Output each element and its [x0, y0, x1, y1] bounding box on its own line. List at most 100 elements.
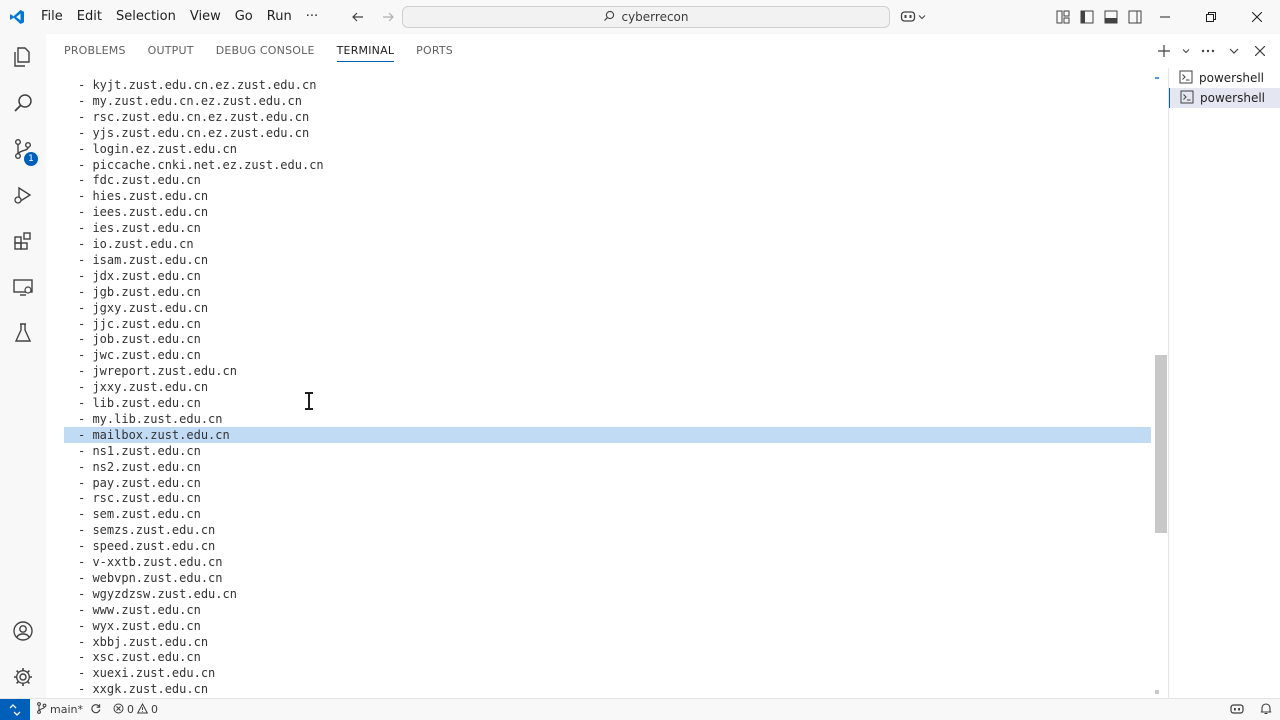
terminal-line: - jxxy.zust.edu.cn — [78, 380, 209, 395]
terminal-line: - mailbox.zust.edu.cn — [64, 426, 1151, 443]
tab-problems[interactable]: PROBLEMS — [64, 34, 126, 68]
menu-item-edit[interactable]: Edit — [70, 0, 109, 34]
terminal-line: - hies.zust.edu.cn — [78, 189, 209, 204]
command-center[interactable]: cyberrecon — [402, 6, 890, 28]
chevron-down-icon[interactable] — [1182, 43, 1190, 59]
terminal-line: - xxgk.zust.edu.cn — [78, 682, 209, 697]
menu-item-view[interactable]: View — [183, 0, 228, 34]
terminal-line: - jwreport.zust.edu.cn — [78, 364, 237, 379]
terminal-tab-2[interactable]: powershell — [1169, 88, 1280, 108]
branch-name: main* — [50, 703, 83, 716]
copilot-icon — [900, 9, 916, 26]
terminal-tabs-list: powershell powershell — [1168, 68, 1280, 698]
terminal-line: - my.lib.zust.edu.cn — [78, 411, 223, 426]
terminal-tab-1[interactable]: powershell — [1169, 68, 1280, 88]
minimize-icon[interactable] — [1142, 0, 1188, 34]
terminal-line: - sem.zust.edu.cn — [78, 507, 201, 522]
status-bar: main* 0 0 — [0, 698, 1280, 720]
terminal-line: - pay.zust.edu.cn — [78, 475, 201, 490]
terminal-line: - jwc.zust.edu.cn — [78, 348, 201, 363]
terminal-line: - webvpn.zust.edu.cn — [78, 570, 223, 585]
menu-item-go[interactable]: Go — [228, 0, 260, 34]
tab-output[interactable]: OUTPUT — [148, 34, 194, 68]
back-arrow-icon[interactable] — [348, 7, 368, 27]
source-control-icon[interactable]: 1 — [0, 126, 46, 172]
tab-debug-console[interactable]: DEBUG CONSOLE — [216, 34, 315, 68]
copilot-button[interactable] — [900, 7, 926, 27]
run-debug-icon[interactable] — [0, 172, 46, 218]
toggle-panel-icon[interactable] — [1102, 8, 1120, 26]
error-count: 0 — [126, 703, 134, 716]
tab-ports[interactable]: PORTS — [416, 34, 453, 68]
copilot-status-icon[interactable] — [1230, 703, 1244, 718]
layout-controls — [1054, 0, 1144, 34]
warning-count: 0 — [150, 703, 158, 716]
account-icon[interactable] — [0, 608, 46, 654]
terminal-line: - xbbj.zust.edu.cn — [78, 634, 209, 649]
terminal-line: - xuexi.zust.edu.cn — [78, 666, 216, 681]
terminal-line: - wyx.zust.edu.cn — [78, 618, 201, 633]
menu-item-run[interactable]: Run — [260, 0, 299, 34]
panel-header: PROBLEMS OUTPUT DEBUG CONSOLE TERMINAL PORTS — [46, 34, 1280, 68]
terminal-line: - xsc.zust.edu.cn — [78, 650, 201, 665]
terminal-tab-label: powershell — [1200, 91, 1265, 105]
terminal-line: - lib.zust.edu.cn — [78, 396, 201, 410]
terminal-line: - jgb.zust.edu.cn — [78, 284, 201, 299]
terminal-icon — [1179, 70, 1193, 87]
status-bar-right — [1230, 699, 1272, 720]
terminal-line: - iees.zust.edu.cn — [78, 205, 209, 220]
terminal-line: - kyjt.zust.edu.cn.ez.zust.edu.cn — [78, 78, 317, 92]
explorer-icon[interactable] — [0, 34, 46, 80]
menu-item-more[interactable]: ··· — [299, 0, 325, 34]
scrollbar-marker — [1155, 77, 1159, 79]
toggle-primary-sidebar-icon[interactable] — [1078, 8, 1096, 26]
search-icon[interactable] — [0, 80, 46, 126]
menu-item-file[interactable]: File — [34, 0, 70, 34]
terminal-line: - piccache.cnki.net.ez.zust.edu.cn — [78, 157, 324, 172]
terminal-line: - fdc.zust.edu.cn — [78, 173, 201, 188]
new-terminal-plus-icon[interactable] — [1156, 43, 1172, 59]
terminal-tab-label: powershell — [1199, 71, 1264, 85]
remote-indicator-icon[interactable] — [0, 698, 30, 720]
settings-gear-icon[interactable] — [0, 654, 46, 700]
warning-icon — [136, 702, 149, 717]
panel-tabs: PROBLEMS OUTPUT DEBUG CONSOLE TERMINAL PORTS — [64, 34, 453, 68]
notifications-bell-icon[interactable] — [1260, 702, 1272, 718]
sync-icon[interactable] — [90, 703, 101, 717]
terminal-line: - isam.zust.edu.cn — [78, 252, 209, 267]
command-center-text: cyberrecon — [621, 10, 689, 24]
terminal-line: - v-xxtb.zust.edu.cn — [78, 555, 223, 569]
testing-icon[interactable] — [0, 310, 46, 356]
window-controls — [1142, 0, 1280, 34]
terminal-line: - semzs.zust.edu.cn — [78, 523, 216, 538]
scrollbar-thumb[interactable] — [1155, 355, 1167, 533]
collapse-panel-chevron-icon[interactable] — [1226, 43, 1242, 59]
terminal-line: - wgyzdzsw.zust.edu.cn — [78, 586, 237, 601]
scrollbar-marker — [1155, 690, 1159, 694]
panel-actions — [1156, 34, 1268, 68]
problems-status[interactable]: 0 0 — [107, 699, 164, 720]
menu-item-selection[interactable]: Selection — [109, 0, 183, 34]
forward-arrow-icon[interactable] — [378, 7, 398, 27]
error-icon — [113, 703, 124, 717]
terminal-line: - io.zust.edu.cn — [78, 237, 194, 251]
restore-icon[interactable] — [1188, 0, 1234, 34]
customize-layout-icon[interactable] — [1054, 8, 1072, 26]
close-icon[interactable] — [1234, 0, 1280, 34]
tab-terminal[interactable]: TERMINAL — [336, 34, 395, 68]
close-panel-icon[interactable] — [1252, 43, 1268, 59]
chevron-down-icon — [918, 10, 926, 24]
terminal-line: - jgxy.zust.edu.cn — [78, 300, 209, 315]
extensions-icon[interactable] — [0, 218, 46, 264]
terminal-line: - jjc.zust.edu.cn — [78, 316, 201, 331]
title-bar: File Edit Selection View Go Run ··· cyberrecon — [0, 0, 1280, 34]
remote-explorer-icon[interactable] — [0, 264, 46, 310]
more-actions-icon[interactable] — [1200, 43, 1216, 59]
terminal-line: - www.zust.edu.cn — [78, 602, 201, 617]
terminal-line: - yjs.zust.edu.cn.ez.zust.edu.cn — [78, 125, 310, 140]
source-control-badge: 1 — [24, 152, 38, 166]
git-branch[interactable]: main* — [30, 699, 107, 720]
terminal-line: - ns2.zust.edu.cn — [78, 459, 201, 474]
terminal-line: - speed.zust.edu.cn — [78, 539, 216, 554]
terminal-output[interactable]: - kyjt.zust.edu.cn.ez.zust.edu.cn - my.zu… — [46, 68, 1156, 698]
